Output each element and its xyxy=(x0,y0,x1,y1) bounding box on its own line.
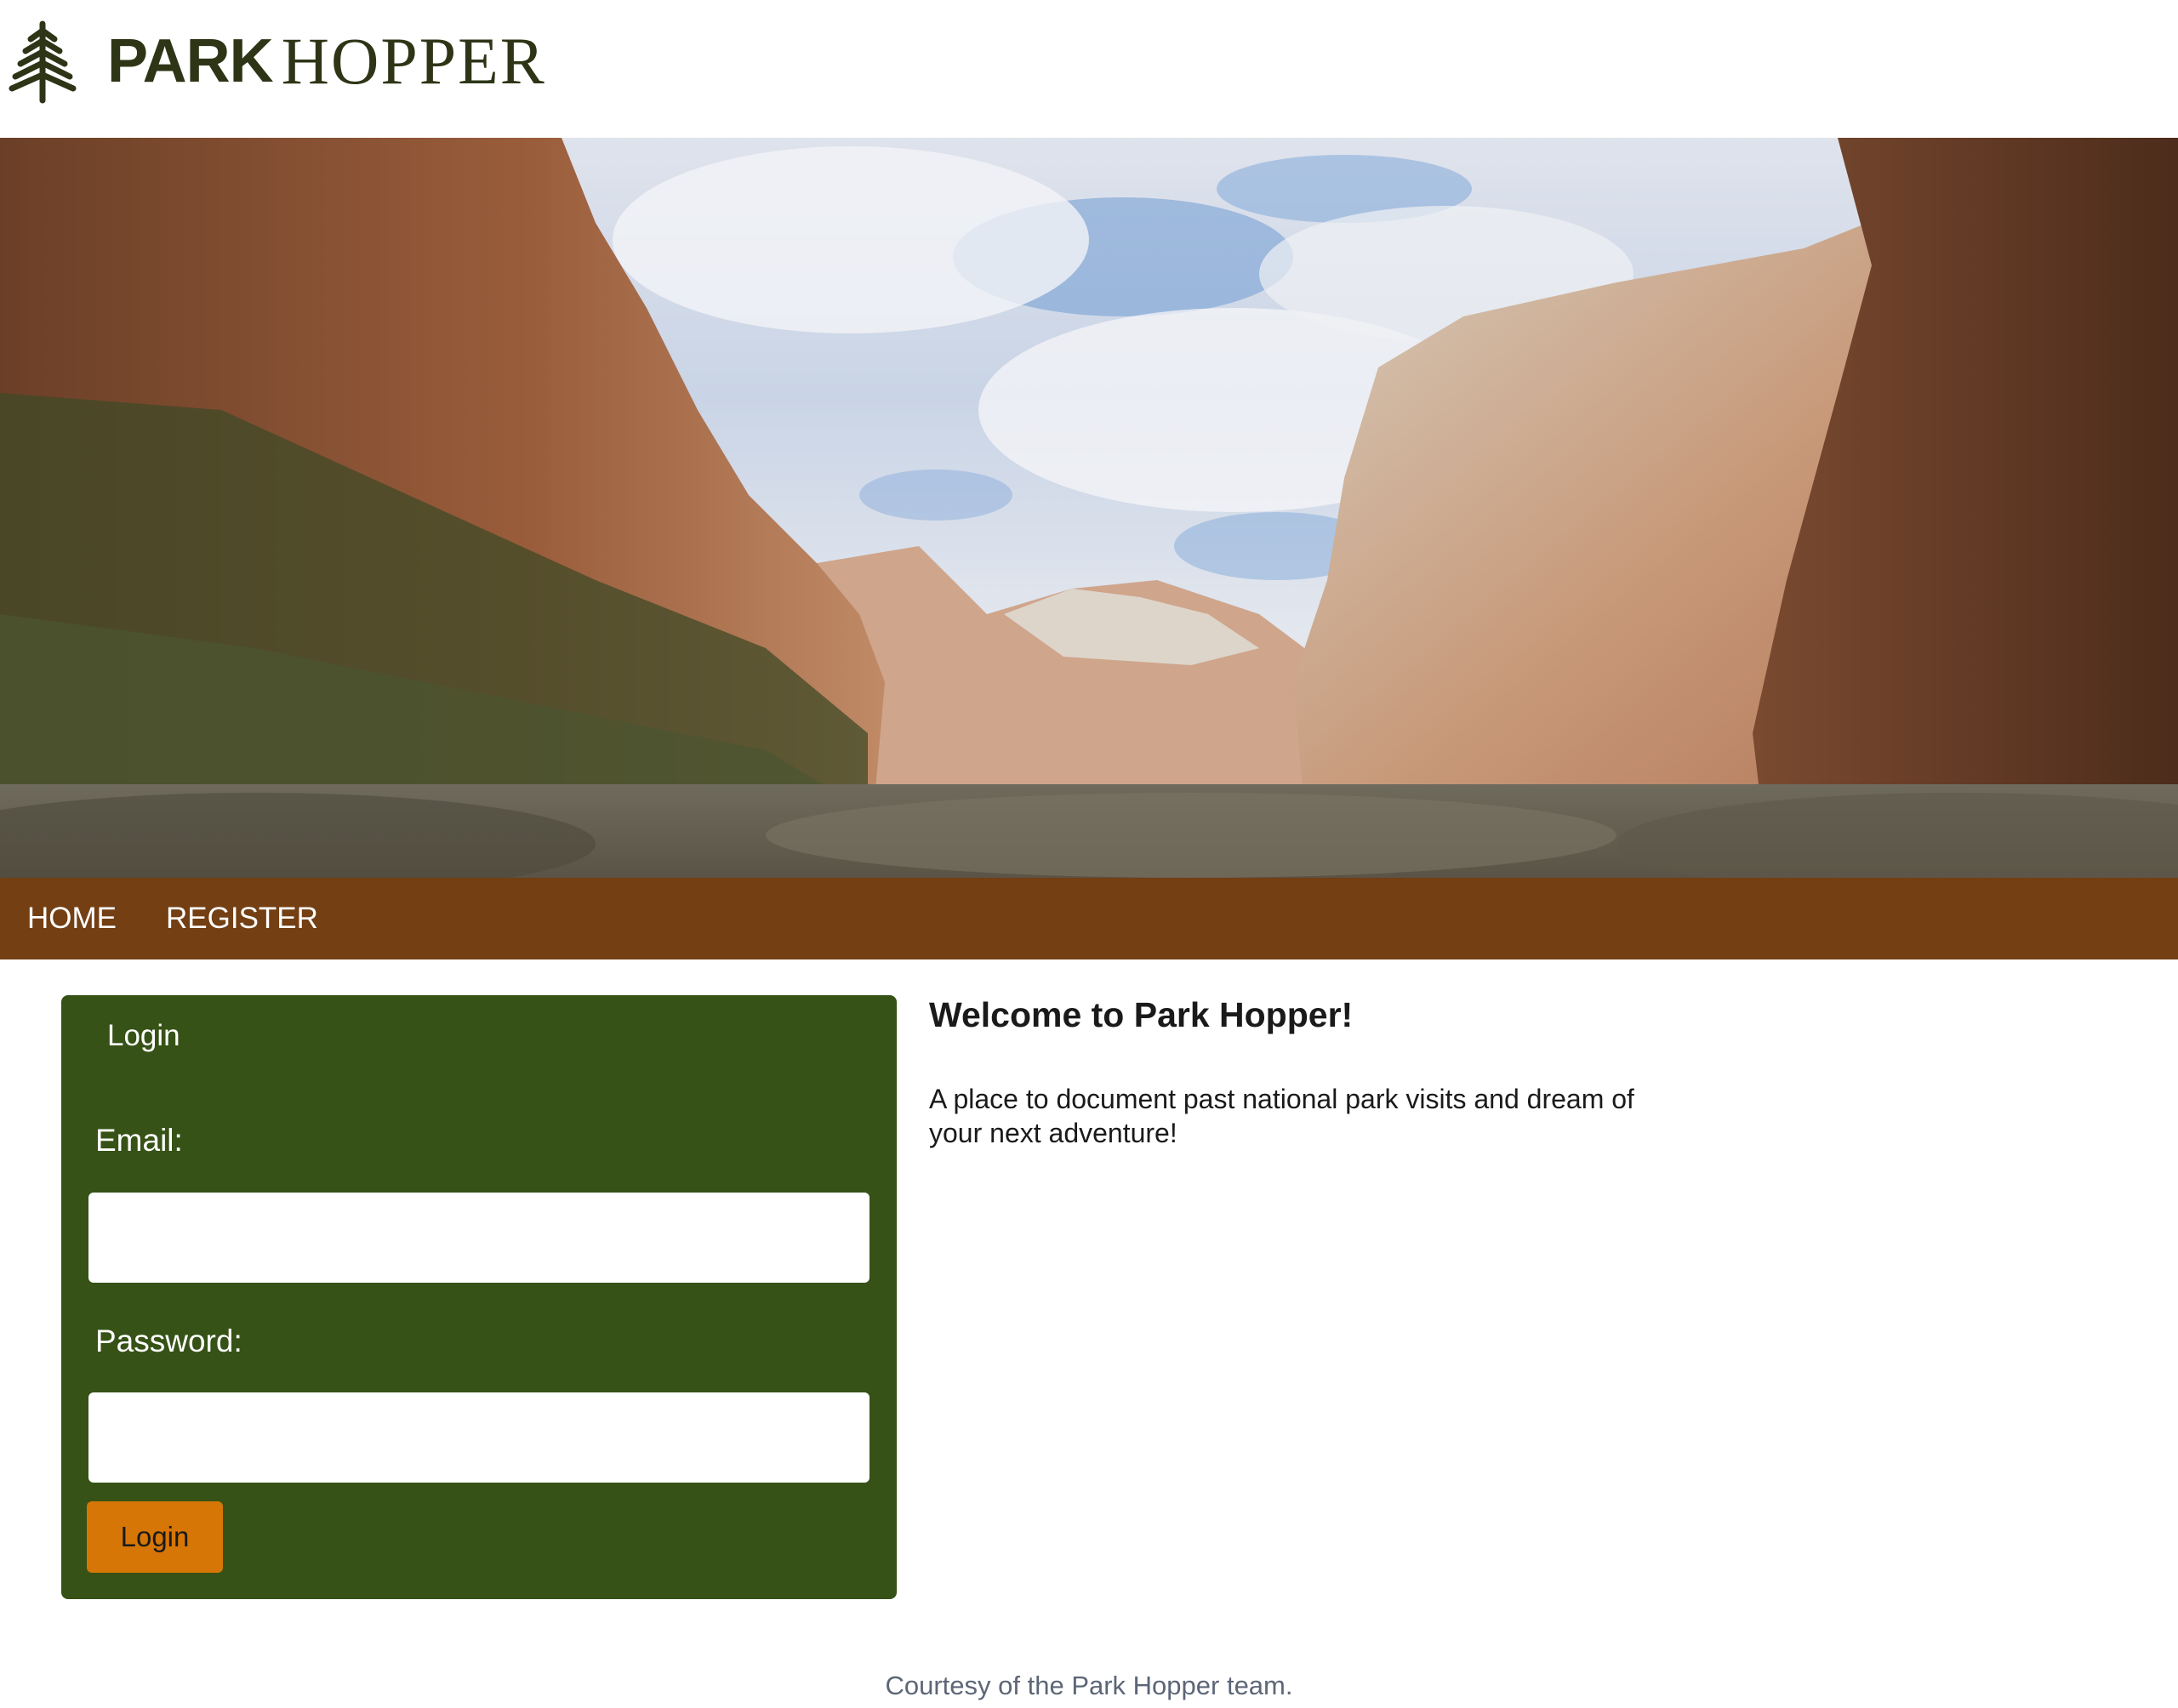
pine-tree-icon xyxy=(9,20,77,104)
login-card-title: Login xyxy=(107,1019,180,1052)
site-logo[interactable]: PARK HOPPER xyxy=(9,19,546,104)
email-field[interactable] xyxy=(88,1193,869,1283)
site-header: PARK HOPPER xyxy=(0,0,2178,138)
password-field[interactable] xyxy=(88,1392,869,1483)
logo-word-park: PARK xyxy=(107,27,274,95)
nav-link-home[interactable]: HOME xyxy=(27,889,117,948)
logo-word-hopper: HOPPER xyxy=(281,24,546,98)
nav-link-register[interactable]: REGISTER xyxy=(166,889,318,948)
welcome-title: Welcome to Park Hopper! xyxy=(929,995,1354,1034)
main-nav: HOME REGISTER xyxy=(0,878,2178,959)
password-label: Password: xyxy=(95,1324,242,1358)
login-button[interactable]: Login xyxy=(87,1501,223,1573)
welcome-text: A place to document past national park v… xyxy=(929,1084,1634,1148)
footer-text: Courtesy of the Park Hopper team. xyxy=(885,1671,1293,1700)
email-label: Email: xyxy=(95,1123,183,1158)
hero-image xyxy=(0,138,2178,878)
login-card: Login Email: Password: Login xyxy=(61,995,897,1599)
